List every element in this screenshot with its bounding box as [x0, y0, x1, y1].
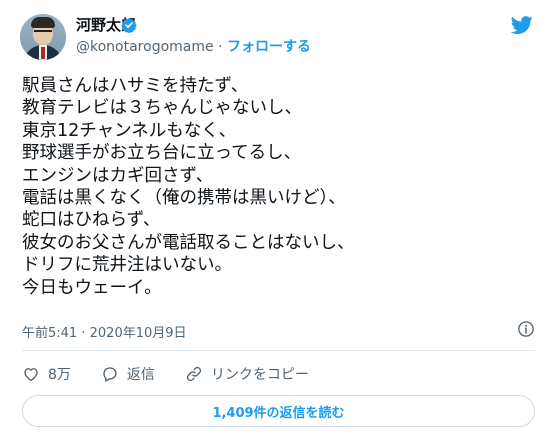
tweet-line: 電話は黒くなく（俺の携帯は黒いけど）、: [22, 188, 346, 209]
like-count: 8万: [48, 367, 71, 383]
tweet-date[interactable]: 2020年10月9日: [90, 326, 187, 341]
tweet-line: 野球選手がお立ち台に立ってるし、: [22, 143, 302, 164]
reply-icon: [103, 367, 117, 382]
action-bar: 8万 返信 リンクをコピー: [22, 364, 309, 384]
twitter-bird-icon[interactable]: [509, 14, 535, 36]
user-handle[interactable]: @konotarogomame: [76, 39, 214, 55]
tweet-line: エンジンはカギ回さず、: [22, 165, 214, 186]
tweet-time[interactable]: 午前5:41: [22, 326, 77, 341]
tweet-line: ドリフに荒井注はいない。: [22, 255, 232, 276]
avatar[interactable]: [20, 14, 66, 60]
tweet-text: 駅員さんはハサミを持たず、 教育テレビは３ちゃんじゃないし、 東京12チャンネル…: [22, 75, 542, 299]
copy-link-label: リンクをコピー: [210, 367, 309, 383]
date-separator: ·: [81, 326, 86, 341]
tweet-line: 蛇口はひねらず、: [22, 210, 161, 231]
tweet-line: 駅員さんはハサミを持たず、: [22, 76, 249, 96]
tweet-timestamp[interactable]: 午前5:41 · 2020年10月9日: [22, 322, 187, 341]
read-replies-button[interactable]: 1,409件の返信を読む: [22, 395, 535, 427]
tweet-line: 今日もウェーイ。: [22, 277, 162, 298]
link-icon: [186, 366, 202, 382]
copy-link-button[interactable]: リンクをコピー: [185, 364, 309, 384]
reply-button[interactable]: 返信: [101, 364, 155, 384]
handle-row: @konotarogomame · フォローする: [76, 38, 311, 56]
follow-button[interactable]: フォローする: [227, 39, 311, 55]
tweet-line: 彼女のお父さんが電話取ることはないし、: [22, 232, 355, 253]
info-icon[interactable]: [517, 320, 535, 338]
divider: [22, 350, 535, 351]
reply-label: 返信: [126, 367, 155, 383]
verified-badge-icon: [121, 18, 137, 33]
like-button[interactable]: 8万: [22, 364, 71, 384]
tweet-card: 河野太郎 @konotarogomame · フォローする 駅員さんはハサミを持…: [0, 0, 557, 436]
heart-icon: [24, 368, 38, 382]
handle-separator: ·: [218, 39, 223, 55]
tweet-line: 東京12チャンネルもなく、: [22, 120, 237, 141]
tweet-line: 教育テレビは３ちゃんじゃないし、: [22, 98, 302, 119]
